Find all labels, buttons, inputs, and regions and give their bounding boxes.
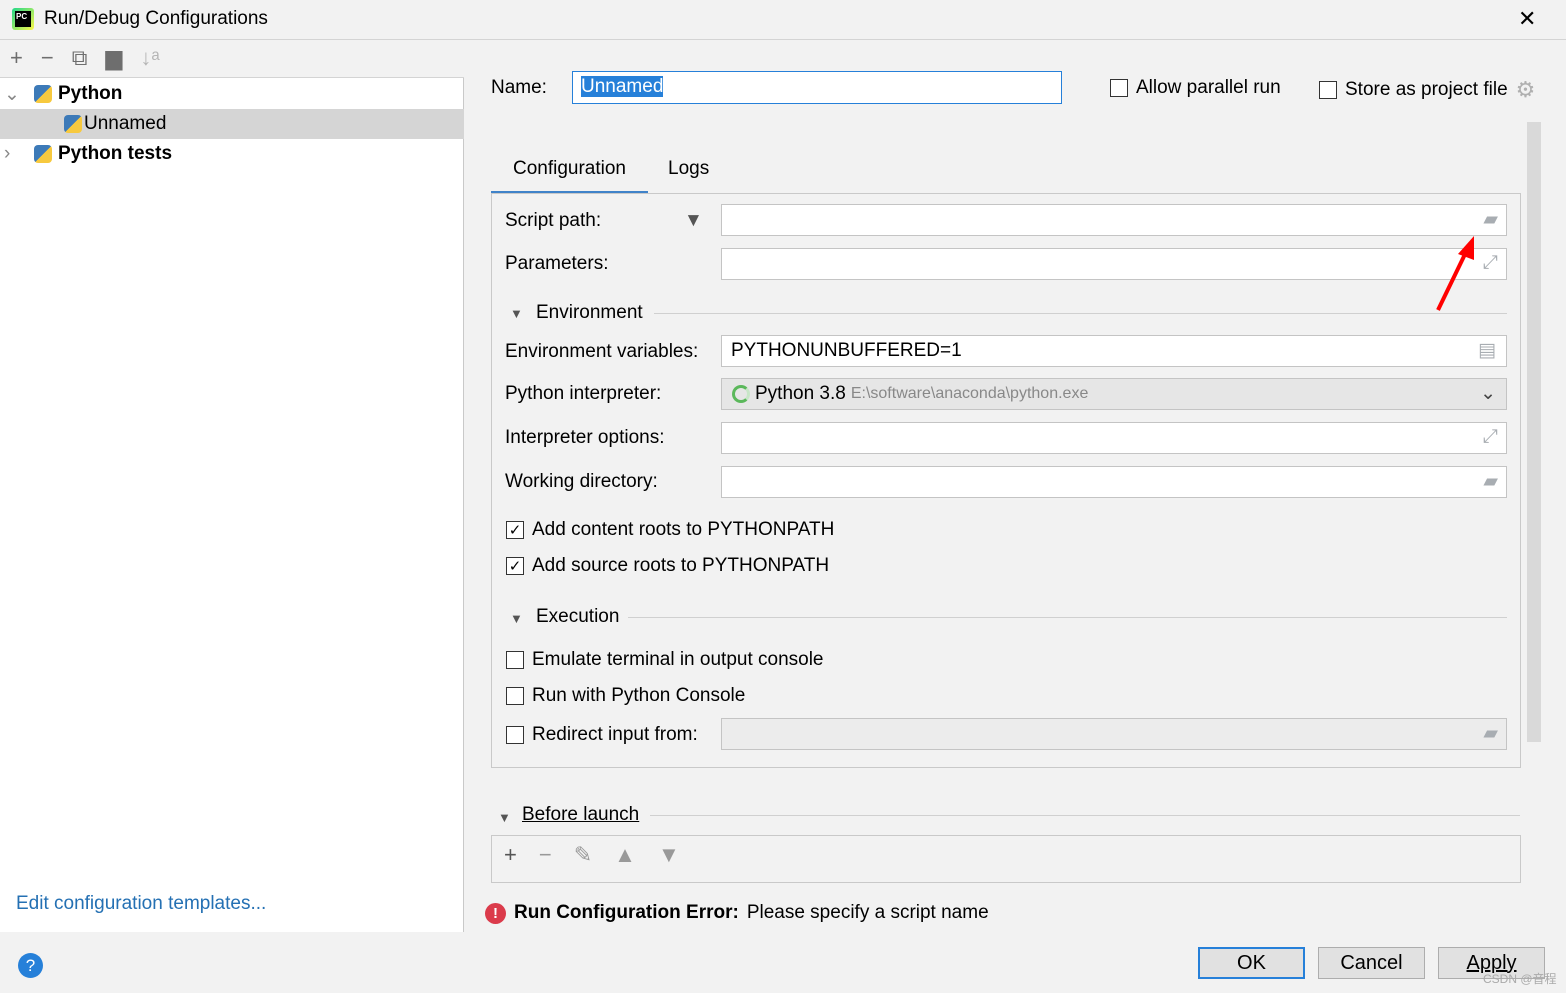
interp-options-input[interactable]: ⤢ [721, 422, 1507, 454]
parameters-label: Parameters: [505, 253, 609, 274]
edit-icon[interactable]: ✎ [574, 842, 592, 876]
name-label: Name: [491, 77, 547, 98]
content-roots-checkbox[interactable]: ✓ Add content roots to PYTHONPATH [506, 519, 834, 541]
divider [650, 815, 1520, 816]
collapse-before-launch-icon[interactable]: ▼ [498, 810, 511, 825]
tab-configuration[interactable]: Configuration [491, 150, 648, 194]
add-icon[interactable]: + [504, 842, 517, 876]
interpreter-status-icon [732, 385, 750, 403]
interpreter-select[interactable]: Python 3.8 E:\software\anaconda\python.e… [721, 378, 1507, 410]
folder-icon[interactable]: ▰ [1483, 208, 1498, 231]
checkbox[interactable] [506, 687, 524, 705]
env-vars-label: Environment variables: [505, 341, 699, 362]
folder-add-icon[interactable]: ▆ [105, 45, 122, 73]
window-title: Run/Debug Configurations [44, 8, 268, 29]
folder-icon[interactable]: ▰ [1483, 722, 1498, 745]
allow-parallel-checkbox[interactable]: Allow parallel run [1110, 77, 1281, 99]
error-message: ! Run Configuration Error: Please specify… [485, 902, 989, 924]
divider [628, 617, 1507, 618]
chevron-down-icon[interactable]: ⌄ [4, 83, 34, 106]
expand-icon[interactable]: ⤢ [1483, 252, 1498, 274]
python-tests-icon [34, 145, 52, 163]
tab-logs[interactable]: Logs [668, 158, 709, 180]
before-launch-header: Before launch [522, 804, 640, 825]
checkbox[interactable] [506, 651, 524, 669]
divider [654, 313, 1507, 314]
close-icon[interactable]: ✕ [1518, 6, 1536, 32]
chevron-down-icon[interactable]: ⌄ [1480, 382, 1496, 405]
store-project-checkbox[interactable]: Store as project file ⚙ [1319, 77, 1535, 103]
working-dir-input[interactable]: ▰ [721, 466, 1507, 498]
configuration-tree-panel: + − ⧉ ▆ ↓ᵃ ⌄ Python Unnamed › Python tests… [0, 41, 464, 932]
copy-icon[interactable]: ⧉ [72, 45, 88, 73]
edit-list-icon[interactable]: ▤ [1478, 339, 1496, 362]
checkbox[interactable] [506, 726, 524, 744]
title-bar: PC Run/Debug Configurations ✕ [0, 0, 1566, 40]
tree-item-python-tests[interactable]: › Python tests [0, 139, 464, 169]
cancel-button[interactable]: Cancel [1318, 947, 1425, 979]
before-launch-toolbar: + − ✎ ▲ ▼ [491, 835, 1521, 883]
expand-icon[interactable]: ⤢ [1483, 426, 1498, 448]
checkbox[interactable] [1110, 79, 1128, 97]
move-up-icon[interactable]: ▲ [614, 842, 636, 876]
python-icon [34, 85, 52, 103]
parameters-input[interactable]: ⤢ [721, 248, 1507, 280]
interp-options-label: Interpreter options: [505, 427, 665, 448]
tree-item-python[interactable]: ⌄ Python [0, 79, 464, 109]
scrollbar[interactable] [1527, 122, 1541, 742]
gear-icon[interactable]: ⚙ [1516, 77, 1536, 103]
sort-icon[interactable]: ↓ᵃ [140, 45, 159, 73]
tree-item-unnamed[interactable]: Unnamed [0, 109, 464, 139]
working-dir-label: Working directory: [505, 471, 658, 492]
move-down-icon[interactable]: ▼ [658, 842, 680, 876]
watermark: CSDN @音程 [1483, 972, 1557, 986]
interpreter-label: Python interpreter: [505, 383, 662, 404]
python-console-checkbox[interactable]: Run with Python Console [506, 685, 745, 707]
remove-icon[interactable]: − [539, 842, 552, 876]
checkbox-checked[interactable]: ✓ [506, 557, 524, 575]
execution-header: Execution [536, 606, 620, 627]
edit-templates-link[interactable]: Edit configuration templates... [16, 893, 266, 915]
emulate-terminal-checkbox[interactable]: Emulate terminal in output console [506, 649, 824, 671]
redirect-input-checkbox[interactable]: Redirect input from: [506, 724, 698, 746]
configuration-panel: Script path: ▼ ▰ Parameters: ⤢ ▼ Environ… [491, 193, 1521, 768]
collapse-environment-icon[interactable]: ▼ [510, 306, 523, 321]
script-path-input[interactable]: ▰ [721, 204, 1507, 236]
script-path-label: Script path: [505, 210, 602, 231]
checkbox-checked[interactable]: ✓ [506, 521, 524, 539]
name-input[interactable]: Unnamed [572, 71, 1062, 104]
redirect-input-field[interactable]: ▰ [721, 718, 1507, 750]
help-button[interactable]: ? [18, 953, 43, 978]
red-arrow-annotation [1436, 236, 1474, 311]
python-error-icon [64, 115, 82, 133]
checkbox[interactable] [1319, 81, 1337, 99]
ok-button[interactable]: OK [1198, 947, 1305, 979]
env-vars-input[interactable]: PYTHONUNBUFFERED=1 ▤ [721, 335, 1507, 367]
collapse-execution-icon[interactable]: ▼ [510, 611, 523, 626]
environment-header: Environment [536, 302, 643, 323]
remove-icon[interactable]: − [41, 45, 54, 73]
folder-icon[interactable]: ▰ [1483, 470, 1498, 493]
source-roots-checkbox[interactable]: ✓ Add source roots to PYTHONPATH [506, 555, 829, 577]
error-icon: ! [485, 902, 506, 924]
pycharm-logo-icon: PC [12, 8, 34, 30]
dropdown-arrow-icon[interactable]: ▼ [684, 210, 703, 232]
chevron-right-icon[interactable]: › [4, 143, 34, 165]
add-icon[interactable]: + [10, 45, 23, 73]
tree-toolbar: + − ⧉ ▆ ↓ᵃ [0, 41, 464, 78]
